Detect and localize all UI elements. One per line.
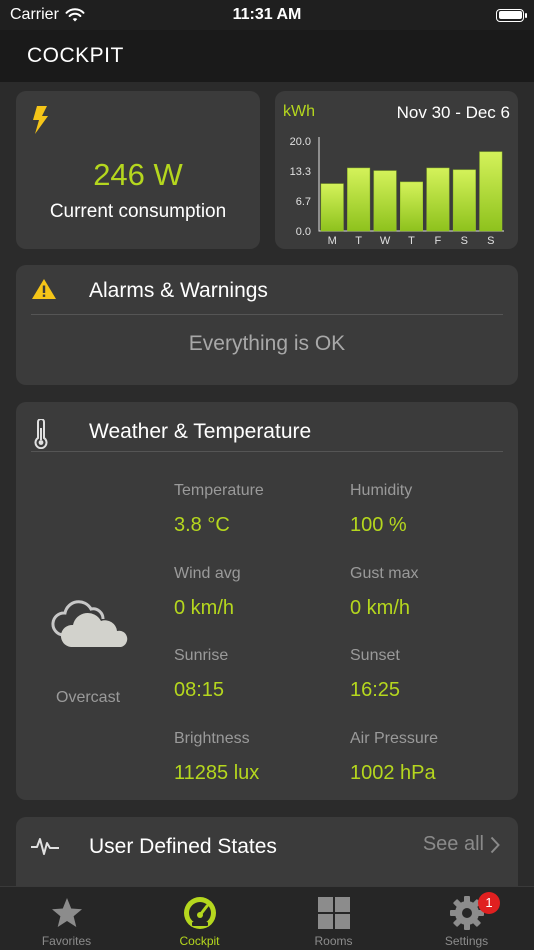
x-tick-label: T xyxy=(355,235,362,247)
y-tick-label: 0.0 xyxy=(296,226,311,238)
grid-icon xyxy=(317,897,350,929)
user-states-title: User Defined States xyxy=(89,835,277,858)
battery-icon xyxy=(496,8,527,22)
y-tick-label: 20.0 xyxy=(290,136,311,148)
nav-header: COCKPIT xyxy=(0,30,534,82)
weather-temperature: Temperature 3.8 °C xyxy=(174,482,264,537)
weather-item-label: Air Pressure xyxy=(350,730,439,747)
tab-bar: Favorites Cockpit Rooms 1 Settings xyxy=(0,886,534,950)
weather-item-label: Brightness xyxy=(174,730,250,747)
y-tick-label: 6.7 xyxy=(296,196,311,208)
weather-condition: Overcast xyxy=(56,689,121,706)
weather-sunrise: Sunrise 08:15 xyxy=(174,647,228,702)
chart-bar xyxy=(347,167,371,232)
activity-icon xyxy=(31,838,59,855)
tab-label: Settings xyxy=(444,934,489,948)
chart-bar xyxy=(479,151,503,232)
cockpit-content[interactable]: 246 W Current consumption kWh Nov 30 - D… xyxy=(0,82,534,886)
weather-item-label: Wind avg xyxy=(174,565,241,582)
chart-bar xyxy=(452,169,476,232)
page-title: COCKPIT xyxy=(27,44,124,67)
thermometer-icon xyxy=(34,419,48,449)
weather-gust-max: Gust max 0 km/h xyxy=(350,565,418,620)
alarms-title: Alarms & Warnings xyxy=(89,279,268,302)
y-tick-label: 13.3 xyxy=(290,166,311,178)
weather-sunset: Sunset 16:25 xyxy=(350,647,400,702)
power-card[interactable]: 246 W Current consumption xyxy=(16,91,260,249)
gauge-icon xyxy=(183,897,216,929)
power-value: 246 W xyxy=(93,157,183,192)
weather-item-value: 08:15 xyxy=(174,679,225,701)
energy-bar-chart: 20.0 13.3 6.7 0.0 M T W T F S S xyxy=(290,136,504,247)
chart-bar xyxy=(320,183,344,232)
power-label: Current consumption xyxy=(49,201,227,222)
alarms-header: Alarms & Warnings xyxy=(31,265,503,315)
star-icon xyxy=(51,898,82,927)
weather-card[interactable]: Weather & Temperature Overcast Temperatu… xyxy=(16,402,518,800)
x-tick-label: W xyxy=(380,235,391,247)
weather-item-value: 0 km/h xyxy=(350,597,411,619)
see-all-label: See all xyxy=(422,833,484,855)
weather-wind-avg: Wind avg 0 km/h xyxy=(174,565,241,620)
tab-cockpit[interactable]: Cockpit xyxy=(133,887,266,950)
weather-brightness: Brightness 11285 lux xyxy=(174,730,259,785)
see-all-link[interactable]: See all xyxy=(423,833,500,856)
weather-header: Weather & Temperature xyxy=(31,402,503,452)
weather-item-value: 0 km/h xyxy=(174,597,235,619)
weather-humidity: Humidity 100 % xyxy=(350,482,412,537)
weather-item-label: Temperature xyxy=(174,482,264,499)
weather-item-value: 1002 hPa xyxy=(350,762,436,784)
x-tick-label: M xyxy=(328,235,337,247)
x-tick-label: T xyxy=(408,235,415,247)
energy-chart-card[interactable]: kWh Nov 30 - Dec 6 20.0 13.3 6.7 0.0 M T W T F S S xyxy=(275,91,518,249)
cloud-icon xyxy=(51,600,128,647)
user-states-card[interactable]: User Defined States See all xyxy=(16,817,518,886)
x-tick-label: S xyxy=(461,235,468,247)
weather-item-value: 11285 lux xyxy=(174,762,260,784)
chart-bar xyxy=(426,167,450,232)
notification-badge: 1 xyxy=(478,892,500,914)
alarms-status: Everything is OK xyxy=(188,332,346,355)
chart-bar xyxy=(373,170,397,232)
weather-item-value: 100 % xyxy=(350,514,407,536)
weather-item-label: Humidity xyxy=(350,482,413,499)
bolt-icon xyxy=(33,106,48,134)
tab-favorites[interactable]: Favorites xyxy=(0,887,133,950)
weather-item-label: Sunrise xyxy=(174,647,229,664)
weather-title: Weather & Temperature xyxy=(89,420,312,443)
tab-label: Cockpit xyxy=(179,934,220,948)
tab-rooms[interactable]: Rooms xyxy=(267,887,400,950)
clock: 11:31 AM xyxy=(232,6,302,23)
tab-label: Favorites xyxy=(41,934,92,948)
weather-item-value: 16:25 xyxy=(350,679,401,701)
weather-item-label: Gust max xyxy=(350,565,419,582)
chevron-right-icon xyxy=(490,836,500,853)
weather-item-label: Sunset xyxy=(350,647,400,664)
weather-air-pressure: Air Pressure 1002 hPa xyxy=(350,730,438,785)
weather-item-value: 3.8 °C xyxy=(174,514,230,536)
tab-label: Rooms xyxy=(314,934,353,948)
chart-bar xyxy=(400,181,423,232)
alarms-card[interactable]: Alarms & Warnings Everything is OK xyxy=(16,265,518,385)
x-tick-label: F xyxy=(435,235,442,247)
status-bar: Carrier 11:31 AM xyxy=(0,0,534,30)
tab-settings[interactable]: 1 Settings xyxy=(400,887,533,950)
x-tick-label: S xyxy=(487,235,494,247)
warning-icon xyxy=(32,279,56,299)
